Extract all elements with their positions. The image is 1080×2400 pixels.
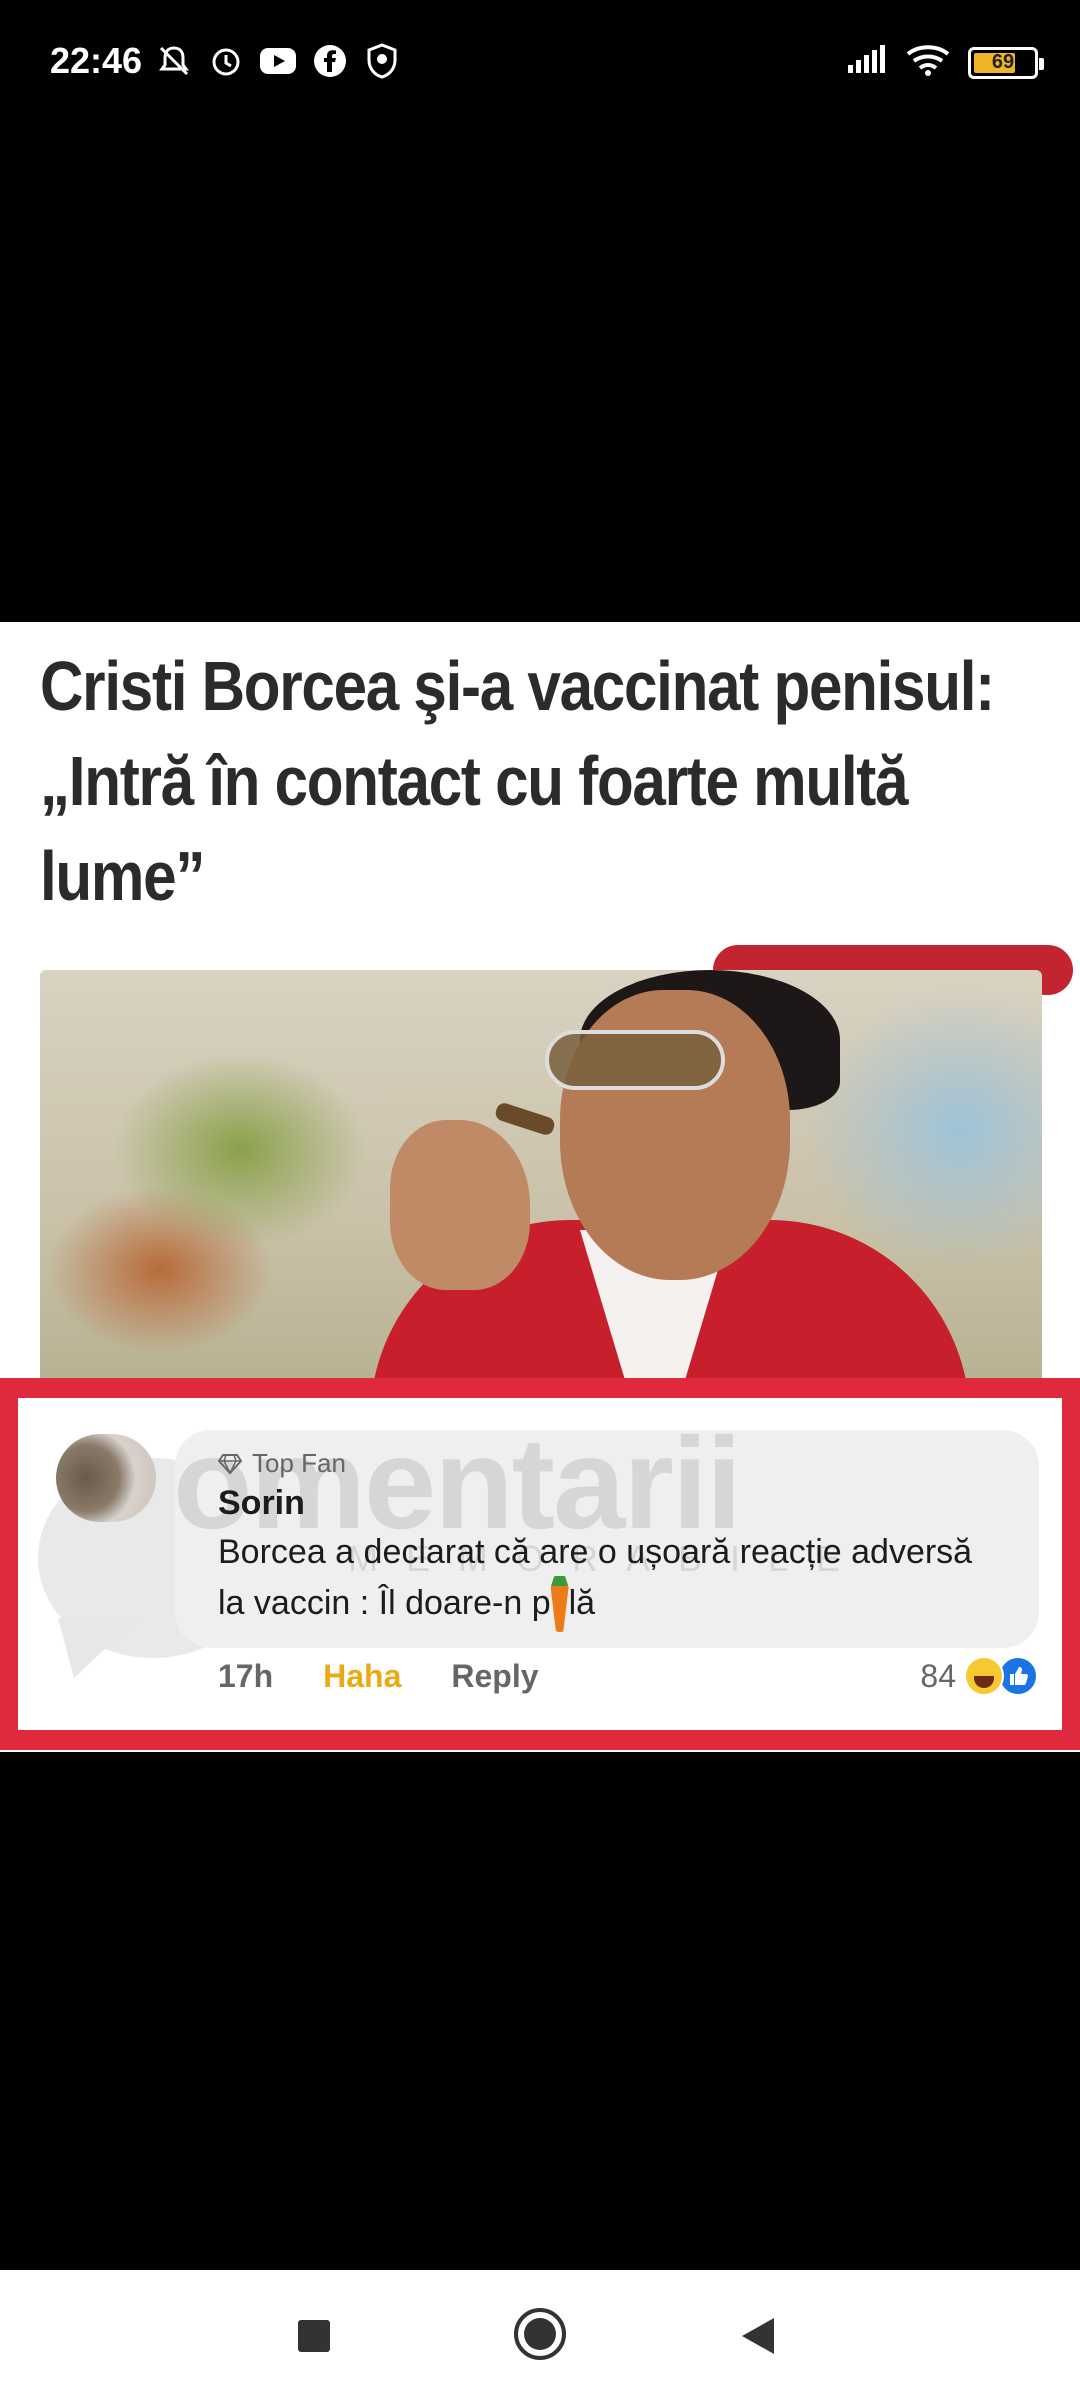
reaction-summary[interactable]: 84 [920,1656,1038,1696]
photo-sunglasses [545,1030,725,1090]
reaction-count: 84 [920,1657,956,1694]
comment-author[interactable]: Sorin [218,1484,305,1523]
comment-actions: 17h Haha Reply [218,1658,539,1695]
diamond-icon [218,1453,242,1475]
battery-level: 69 [991,51,1015,73]
photo-hand [390,1120,530,1290]
photo-cigar [493,1101,557,1137]
system-nav-bar [0,2270,1080,2400]
youtube-icon [259,42,297,80]
haha-emoji-icon [964,1656,1004,1696]
top-fan-badge: Top Fan [218,1448,346,1479]
top-fan-label: Top Fan [252,1448,346,1478]
haha-reaction-button[interactable]: Haha [323,1658,401,1695]
comment-card: omentarii MEMORABILE Top Fan Sorin Borce… [18,1398,1062,1730]
recents-button[interactable] [298,2320,330,2352]
facebook-icon [311,42,349,80]
status-icons-right: 69 [846,44,1044,81]
article-headline[interactable]: Cristi Borcea şi-a vaccinat penisul: „In… [40,639,1046,924]
wifi-icon [906,44,950,81]
status-bar: 22:46 69 [0,0,1080,130]
comment-time: 17h [218,1658,274,1694]
alarm-icon [207,42,245,80]
status-icons-left [155,42,401,80]
signal-icon [846,45,888,80]
shield-icon [363,42,401,80]
back-button[interactable] [742,2318,774,2354]
article-photo[interactable] [40,970,1042,1390]
comment-text-part-2: lă [568,1584,596,1622]
status-time: 22:46 [50,40,143,81]
mute-icon [155,42,193,80]
carrot-emoji-icon [550,1576,569,1632]
avatar[interactable] [56,1434,156,1522]
reply-button[interactable]: Reply [451,1658,538,1695]
comment-highlight-frame: omentarii MEMORABILE Top Fan Sorin Borce… [0,1378,1080,1750]
home-button[interactable] [514,2308,566,2360]
comment-text: Borcea a declarat că are o ușoară reacți… [218,1528,998,1632]
battery-icon: 69 [968,46,1044,79]
like-icon [998,1656,1038,1696]
